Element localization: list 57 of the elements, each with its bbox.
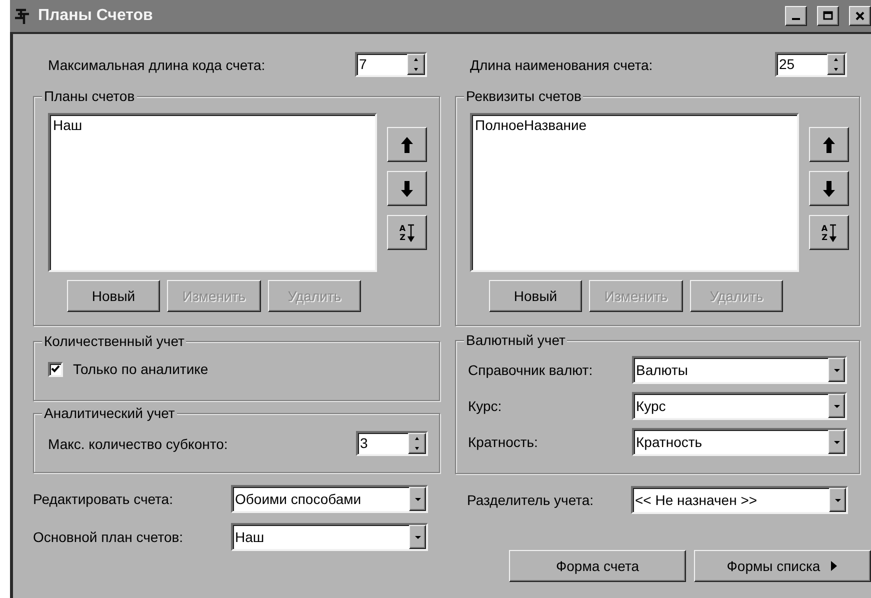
field-label: Редактировать счета: [33,491,174,507]
list-action-button[interactable]: Новый [67,280,160,312]
field-label: Макс. количество субконто: [48,436,228,452]
dropdown-field[interactable]: Наш [231,523,428,551]
checkmark-icon [51,365,60,373]
checkbox[interactable] [48,362,63,376]
number-field[interactable]: 3 [356,431,428,456]
app-icon [14,7,30,25]
down-arrow-icon [400,180,414,198]
maximize-button[interactable] [817,6,839,26]
minimize-button[interactable] [785,6,807,26]
spinner-buttons[interactable] [407,54,425,75]
field-label: Разделитель учета: [467,492,595,508]
close-icon [855,11,865,21]
sort-button[interactable]: A Z [809,215,849,250]
dropdown-field[interactable]: Валюты [632,356,847,384]
number-field[interactable]: 7 [355,52,427,77]
sort-arrow-icon [828,224,837,242]
field-label: Максимальная длина кода счета: [48,56,266,72]
sort-letter: A [399,224,406,232]
submenu-arrow-icon [830,560,838,572]
dropdown-field[interactable]: Курс [632,392,847,420]
move-up-button[interactable] [809,127,849,162]
down-arrow-icon [822,180,836,198]
sort-arrow-icon [406,224,415,242]
menu-button[interactable]: Формы списка [694,550,871,582]
maximize-icon [823,11,833,21]
list-item[interactable]: Наш [52,117,373,134]
field-label: Курс: [468,398,503,414]
checkbox-label: Только по аналитике [73,361,208,377]
window-title: Планы Счетов [38,7,154,25]
up-arrow-icon [822,136,836,154]
sort-letter: A [821,224,828,232]
dropdown-field[interactable]: Обоими способами [231,485,428,513]
number-field[interactable]: 25 [775,52,847,77]
spinner-buttons[interactable] [408,433,426,454]
minimize-icon [792,18,800,20]
dropdown-field[interactable]: Кратность [632,428,847,456]
field-label: Длина наименования счета: [470,56,653,72]
list-action-button[interactable]: Новый [489,280,582,312]
field-label: Справочник валют: [468,362,594,378]
field-label: Кратность: [468,434,539,450]
move-down-button[interactable] [809,171,849,206]
field-label: Основной план счетов: [33,529,184,545]
sort-letter: Z [821,232,828,242]
close-button[interactable] [849,6,871,26]
dropdown-field[interactable]: << Не назначен >> [631,486,848,514]
push-button[interactable]: Форма счета [509,550,686,582]
list-item[interactable]: ПолноеНазвание [474,117,795,134]
sort-letter: Z [399,232,406,242]
list-box[interactable]: ПолноеНазвание [470,113,799,272]
list-box[interactable]: Наш [48,113,377,272]
sort-button[interactable]: A Z [387,215,427,250]
move-down-button[interactable] [387,171,427,206]
spinner-buttons[interactable] [827,54,845,75]
up-arrow-icon [400,136,414,154]
move-up-button[interactable] [387,127,427,162]
